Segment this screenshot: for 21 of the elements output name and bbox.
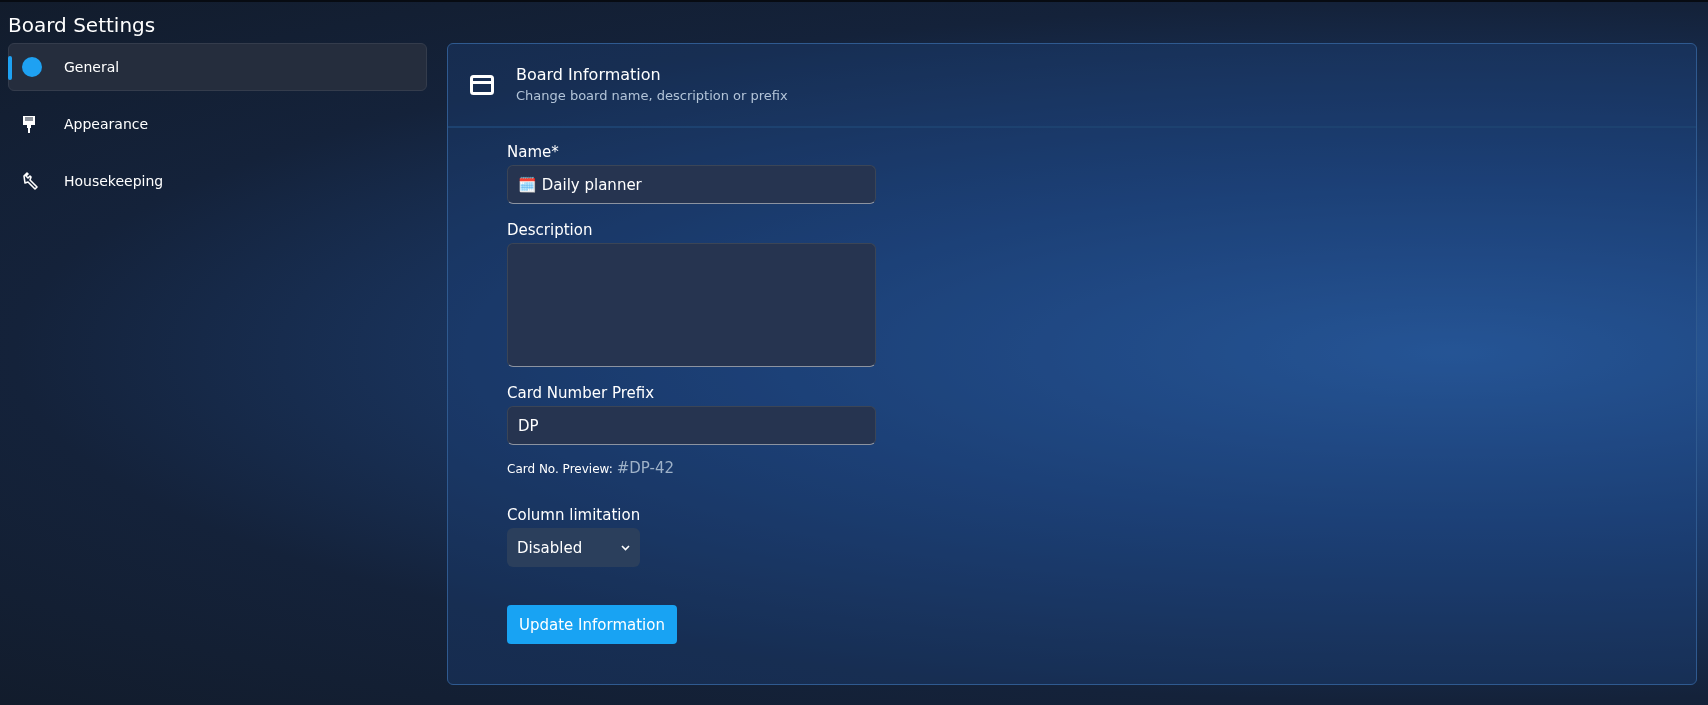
card-title: Board Information <box>516 64 662 86</box>
wrench-icon <box>22 172 40 190</box>
field-label: Description <box>507 220 594 240</box>
dropdown[interactable]: Disabled <box>507 528 640 567</box>
text-field[interactable]: 🗓 Daily planner <box>507 165 876 204</box>
preview-label: Card No. Preview: <box>507 462 613 476</box>
field-label: Card Number Prefix <box>507 383 656 403</box>
page-title: Board Settings <box>8 12 157 39</box>
preview-value: #DP-42 <box>616 459 675 477</box>
card-subtitle: Change board name, description or prefix <box>516 87 788 105</box>
field-label: Name* <box>507 142 560 162</box>
credit-card-icon <box>470 75 494 95</box>
text-field[interactable]: DP <box>507 406 876 445</box>
sidebar-item[interactable]: Appearance <box>8 100 427 148</box>
dot-icon <box>22 57 42 77</box>
paint-brush-icon <box>22 115 36 133</box>
description-field[interactable] <box>507 243 876 367</box>
sidebar-item[interactable]: Housekeeping <box>8 157 427 205</box>
chevron-down-icon <box>621 544 630 551</box>
sidebar-item[interactable]: General <box>8 43 427 91</box>
field-label: Column limitation <box>507 505 641 525</box>
